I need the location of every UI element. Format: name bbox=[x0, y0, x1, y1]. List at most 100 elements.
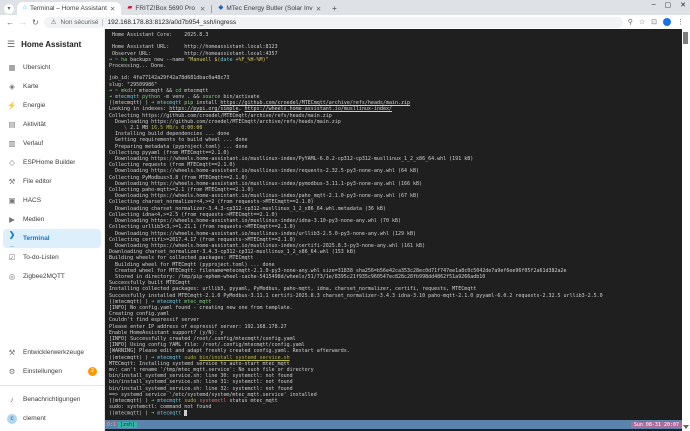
browser-profile-avatar[interactable] bbox=[663, 18, 671, 26]
sidebar-item-label: To-do-Listen bbox=[23, 254, 59, 261]
tab-close-icon[interactable]: ✕ bbox=[110, 5, 115, 13]
browser-menu-icon[interactable]: ⋮ bbox=[677, 18, 684, 26]
sidebar-item-label: Übersicht bbox=[23, 64, 51, 71]
app-title: Home Assistant bbox=[21, 40, 82, 49]
sidebar-item-label: Karte bbox=[23, 83, 39, 90]
sidebar-item-terminal[interactable]: ❯_ Terminal bbox=[3, 229, 101, 248]
close-button[interactable]: ✕ bbox=[680, 1, 686, 9]
browser-toolbar: ← → ↻ ⚠ Non sécurisé 192.168.178.83:8123… bbox=[0, 15, 690, 29]
toolbar-right-icons: ⚲ ☆ ⊡ ⋮ bbox=[628, 18, 684, 26]
notifications-label: Benachrichtigungen bbox=[23, 396, 81, 403]
bookmark-star-icon[interactable]: ☆ bbox=[639, 18, 645, 26]
sidebar-item-verlauf[interactable]: ▥ Verlauf bbox=[3, 134, 101, 153]
tmux-session-index: 0:1 bbox=[107, 421, 117, 428]
fritzbox-favicon-icon: ▰ bbox=[127, 4, 133, 12]
settings-badge: 2 bbox=[88, 367, 97, 376]
bell-icon: ♪ bbox=[10, 395, 14, 404]
minimize-button[interactable]: – bbox=[652, 1, 656, 9]
tmux-clock: Sun 08-31 20:07 bbox=[630, 421, 682, 428]
sidebar-item-entwicklerwerkzeuge[interactable]: ⚒ Entwicklerwerkzeuge bbox=[3, 343, 101, 362]
reload-icon[interactable]: ↻ bbox=[32, 18, 39, 27]
sidebar-item-karte[interactable]: ◈ Karte bbox=[3, 77, 101, 96]
entwicklerwerkzeuge-icon: ⚒ bbox=[8, 348, 16, 357]
sidebar-item-energie[interactable]: ⚡ Energie bbox=[3, 96, 101, 115]
medien-icon: ▶ bbox=[9, 215, 15, 224]
verlauf-icon: ▥ bbox=[8, 139, 16, 148]
sidebar-item-uebersicht[interactable]: ▦ Übersicht bbox=[3, 58, 101, 77]
user-name: clement bbox=[23, 415, 46, 422]
sidebar-item-medien[interactable]: ▶ Medien bbox=[3, 210, 101, 229]
forward-icon[interactable]: → bbox=[19, 18, 27, 27]
tabs-container: ⌂ Terminal – Home Assistant ✕ ▰ FRITZ!Box 56… bbox=[17, 2, 327, 15]
tmux-status-bar: 0:1 [zsh] Sun 08-31 20:07 bbox=[105, 420, 682, 429]
sidebar-item-label: Energie bbox=[23, 102, 46, 109]
sidebar-item-benachrichtigungen[interactable]: ♪ Benachrichtigungen bbox=[3, 390, 101, 409]
zigbee2mqtt-icon: ◎ bbox=[8, 272, 16, 281]
todo-listen-icon: ☑ bbox=[8, 253, 16, 262]
home-assistant-favicon-icon: ⌂ bbox=[23, 4, 27, 12]
hacs-icon: ▣ bbox=[8, 196, 16, 205]
hamburger-menu-icon[interactable]: ☰ bbox=[7, 39, 15, 50]
mtec-favicon-icon: ◆ bbox=[218, 4, 224, 12]
sidebar-item-label: Terminal bbox=[23, 235, 50, 242]
sidebar-header: ☰ Home Assistant bbox=[0, 33, 104, 58]
maximize-button[interactable]: ▢ bbox=[665, 1, 672, 9]
extensions-icon[interactable]: ⊡ bbox=[651, 18, 657, 26]
browser-tab-strip: ▾ ⌂ Terminal – Home Assistant ✕ ▰ FRITZ!Box … bbox=[0, 0, 690, 15]
sidebar: ☰ Home Assistant ▦ Übersicht ◈ Karte ⚡ Energi… bbox=[0, 29, 105, 431]
sidebar-item-label: ESPHome Builder bbox=[23, 159, 76, 166]
sidebar-item-hacs[interactable]: ▣ HACS bbox=[3, 191, 101, 210]
terminal-icon: ❯_ bbox=[8, 229, 16, 248]
tab-close-icon[interactable]: ✕ bbox=[200, 5, 205, 13]
warning-icon: ⚠ bbox=[50, 19, 57, 26]
terminal-output: Home Assistant Core: 2025.8.3 Home Assis… bbox=[109, 32, 682, 417]
sidebar-item-einstellungen[interactable]: ⚙ Einstellungen 2 bbox=[3, 362, 101, 381]
scrollbar-thumb[interactable] bbox=[683, 32, 688, 44]
sidebar-item-file-editor[interactable]: ⚒ File editor bbox=[3, 172, 101, 191]
aktivitaet-icon: ▤ bbox=[8, 120, 16, 129]
sidebar-item-label: Zigbee2MQTT bbox=[23, 273, 65, 280]
new-tab-button[interactable]: + bbox=[332, 4, 337, 13]
tab-title: Terminal – Home Assistant bbox=[29, 5, 107, 12]
uebersicht-icon: ▦ bbox=[8, 63, 16, 72]
einstellungen-icon: ⚙ bbox=[8, 367, 16, 376]
esphome-builder-icon: ◇ bbox=[9, 158, 15, 167]
sidebar-nav: ▦ Übersicht ◈ Karte ⚡ Energie ▤ Aktivität ▥ Verla… bbox=[0, 58, 104, 286]
scrollbar-track[interactable] bbox=[682, 29, 690, 431]
sidebar-user-profile[interactable]: c clement bbox=[3, 409, 101, 428]
sidebar-item-label: HACS bbox=[23, 197, 42, 204]
sidebar-item-label: Entwicklerwerkzeuge bbox=[23, 349, 85, 356]
omnibox-divider bbox=[102, 18, 104, 26]
back-icon[interactable]: ← bbox=[6, 18, 14, 27]
browser-tab[interactable]: ◆ MTec Energy Butler (Solar Inv ✕ bbox=[212, 2, 327, 15]
sidebar-item-zigbee2mqtt[interactable]: ◎ Zigbee2MQTT bbox=[3, 267, 101, 286]
tab-title: FRITZ!Box 5690 Pro bbox=[135, 5, 195, 12]
scroll-corner-icon bbox=[683, 425, 689, 429]
sidebar-bottom-nav: ⚒ Entwicklerwerkzeuge ⚙ Einstellungen 2 bbox=[0, 343, 104, 381]
url-text[interactable]: 192.168.178.83:8123/a0d7b954_ssh/ingress bbox=[107, 19, 236, 26]
sidebar-item-label: Einstellungen bbox=[23, 368, 63, 375]
sidebar-item-label: Medien bbox=[23, 216, 45, 223]
tab-close-icon[interactable]: ✕ bbox=[316, 5, 321, 13]
browser-tab[interactable]: ⌂ Terminal – Home Assistant ✕ bbox=[17, 2, 122, 15]
sidebar-item-label: Aktivität bbox=[23, 121, 46, 128]
file-editor-icon: ⚒ bbox=[8, 177, 16, 186]
sidebar-item-aktivitaet[interactable]: ▤ Aktivität bbox=[3, 115, 101, 134]
terminal-line: ((mtecmqtt) ) ➜ mtecmqtt bbox=[109, 410, 682, 417]
browser-tab[interactable]: ▰ FRITZ!Box 5690 Pro ✕ bbox=[121, 2, 211, 15]
user-avatar: c bbox=[7, 413, 17, 424]
address-bar[interactable]: ⚠ Non sécurisé 192.168.178.83:8123/a0d7b… bbox=[43, 16, 623, 28]
sidebar-item-esphome-builder[interactable]: ◇ ESPHome Builder bbox=[3, 153, 101, 172]
tab-search-button[interactable]: ▾ bbox=[4, 4, 14, 14]
terminal-panel: Home Assistant Core: 2025.8.3 Home Assis… bbox=[105, 29, 690, 431]
karte-icon: ◈ bbox=[9, 82, 15, 91]
terminal-screen[interactable]: Home Assistant Core: 2025.8.3 Home Assis… bbox=[105, 29, 682, 431]
sidebar-divider bbox=[0, 385, 104, 386]
tab-title: MTec Energy Butler (Solar Inv bbox=[226, 5, 313, 12]
window-controls: – ▢ ✕ bbox=[652, 1, 686, 9]
security-label[interactable]: Non sécurisé bbox=[61, 19, 99, 26]
energie-icon: ⚡ bbox=[7, 101, 17, 110]
password-key-icon[interactable]: ⚲ bbox=[628, 18, 633, 26]
sidebar-item-todo-listen[interactable]: ☑ To-do-Listen bbox=[3, 248, 101, 267]
tmux-window-name: [zsh] bbox=[118, 421, 138, 428]
